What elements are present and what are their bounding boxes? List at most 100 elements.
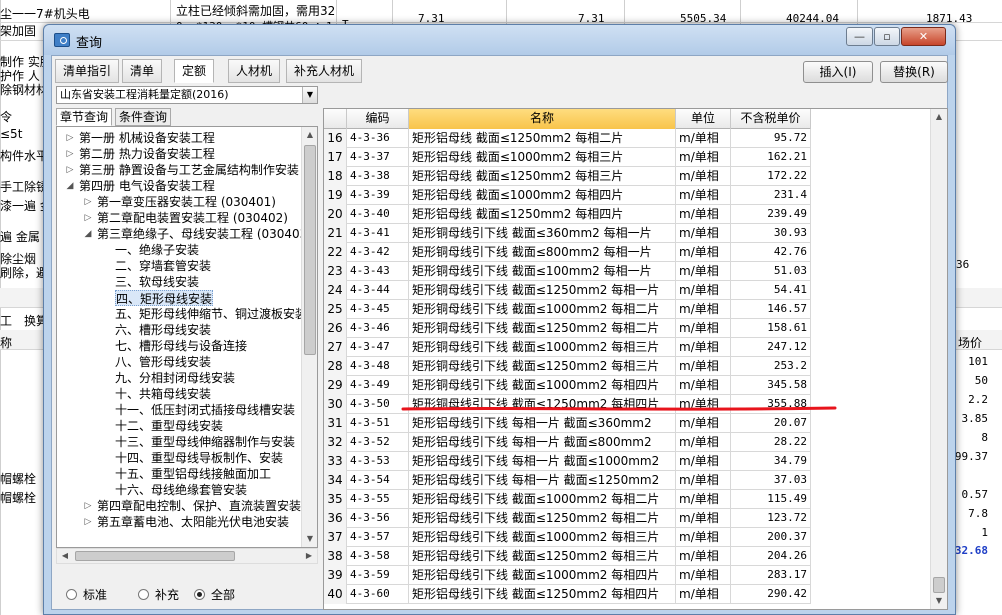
table-row[interactable]: 33 4-3-53 矩形铝母线引下线 每相一片 截面≤1000mm2 m/单相 34.7… (324, 452, 811, 471)
subtab-chapter[interactable]: 章节查询 (56, 108, 113, 126)
table-row[interactable]: 28 4-3-48 矩形铜母线引下线 截面≤1250mm2 每相三片 m/单相 253.… (324, 357, 811, 376)
chapter-tree[interactable]: 第一册 机械设备安装工程 第二册 热力设备安装工程 第三册 静置设备与工艺金属结构制… (56, 126, 318, 548)
column-header[interactable]: 不含税单价 (731, 109, 811, 129)
radio-circle-icon[interactable] (66, 589, 77, 600)
table-row[interactable]: 23 4-3-43 矩形铜母线引下线 截面≤100mm2 每相一片 m/单相 51.03 (324, 262, 811, 281)
collapsed-triangle-icon[interactable]: ▷ (83, 514, 93, 530)
tree-item[interactable]: 七、槽形母线与设备连接 (115, 338, 247, 354)
tree-item[interactable]: 十二、重型母线安装 (115, 418, 223, 434)
tree-item[interactable]: 十、共箱母线安装 (115, 386, 211, 402)
tree-item[interactable]: 第二章配电装置安装工程 (030402) (97, 210, 288, 226)
column-header[interactable]: 名称 (409, 109, 676, 129)
table-row[interactable]: 16 4-3-36 矩形铝母线 截面≤1250mm2 每相二片 m/单相 95.72 (324, 129, 811, 148)
scroll-left-icon[interactable]: ◀ (57, 548, 73, 564)
collapsed-triangle-icon[interactable]: ▷ (83, 210, 93, 226)
column-header[interactable]: 单位 (676, 109, 731, 129)
tree-item[interactable]: 九、分相封闭母线安装 (115, 370, 235, 386)
scroll-down-icon[interactable]: ▼ (302, 531, 317, 547)
table-row[interactable]: 37 4-3-57 矩形铝母线引下线 截面≤1000mm2 每相三片 m/单相 200.… (324, 528, 811, 547)
tree-item[interactable]: 十四、重型母线导板制作、安装 (115, 450, 283, 466)
table-row[interactable]: 40 4-3-60 矩形铝母线引下线 截面≤1250mm2 每相四片 m/单相 290.… (324, 585, 811, 604)
close-icon[interactable]: ✕ (901, 27, 946, 46)
tree-item[interactable]: 第三章绝缘子、母线安装工程 (030403) (97, 226, 312, 242)
replace-button[interactable]: 替换(R) (880, 61, 948, 83)
radio-option[interactable]: 补充 (138, 586, 179, 603)
tree-item[interactable]: 八、管形母线安装 (115, 354, 211, 370)
grid-vscroll[interactable]: ▲ ▼ (930, 109, 947, 609)
radio-option[interactable]: 全部 (194, 586, 235, 603)
tab-supplement-materials[interactable]: 补充人材机 (286, 59, 363, 83)
collapsed-triangle-icon[interactable]: ▷ (65, 146, 75, 162)
tree-item[interactable]: 第二册 热力设备安装工程 (79, 146, 215, 162)
chevron-down-icon[interactable]: ▼ (302, 87, 317, 103)
expanded-triangle-icon[interactable]: ◢ (83, 226, 93, 242)
tree-item[interactable]: 十三、重型母线伸缩器制作与安装 (115, 434, 295, 450)
grid-scroll-thumb[interactable] (933, 577, 945, 593)
tree-item[interactable]: 一、绝缘子安装 (115, 242, 199, 258)
tab-quota[interactable]: 定额 (174, 59, 215, 83)
dialog-titlebar[interactable]: 查询 — ▫ ✕ (44, 25, 955, 55)
scroll-thumb[interactable] (304, 145, 316, 355)
table-row[interactable]: 20 4-3-40 矩形铝母线 截面≤1250mm2 每相四片 m/单相 239.49 (324, 205, 811, 224)
collapsed-triangle-icon[interactable]: ▷ (83, 498, 93, 514)
tree-item[interactable]: 第五章蓄电池、太阳能光伏电池安装 (97, 514, 289, 530)
radio-circle-icon[interactable] (138, 589, 149, 600)
radio-option[interactable]: 标准 (66, 586, 107, 603)
collapsed-triangle-icon[interactable]: ▷ (65, 162, 75, 178)
tree-item[interactable]: 三、软母线安装 (115, 274, 199, 290)
scroll-right-icon[interactable]: ▶ (301, 548, 317, 564)
scroll-down-icon[interactable]: ▼ (931, 593, 947, 609)
table-row[interactable]: 36 4-3-56 矩形铝母线引下线 截面≤1250mm2 每相二片 m/单相 123.… (324, 509, 811, 528)
table-row[interactable]: 29 4-3-49 矩形铜母线引下线 截面≤1000mm2 每相四片 m/单相 345.… (324, 376, 811, 395)
radio-circle-icon[interactable] (194, 589, 205, 600)
tree-item[interactable]: 第三册 静置设备与工艺金属结构制作安装 (79, 162, 299, 178)
table-row[interactable]: 31 4-3-51 矩形铝母线引下线 每相一片 截面≤360mm2 m/单相 20.07 (324, 414, 811, 433)
tab-materials[interactable]: 人材机 (228, 59, 281, 83)
tree-item[interactable]: 十五、重型铝母线接触面加工 (115, 466, 271, 482)
quota-select[interactable]: 山东省安装工程消耗量定额(2016) ▼ (56, 86, 318, 104)
scroll-up-icon[interactable]: ▲ (302, 127, 317, 143)
table-row[interactable]: 39 4-3-59 矩形铝母线引下线 截面≤1000mm2 每相四片 m/单相 283.… (324, 566, 811, 585)
tree-item[interactable]: 第一册 机械设备安装工程 (79, 130, 215, 146)
tab-list[interactable]: 清单 (122, 59, 163, 83)
tree-item[interactable]: 五、矩形母线伸缩节、铜过渡板安装 (115, 306, 307, 322)
table-row[interactable]: 35 4-3-55 矩形铝母线引下线 截面≤1000mm2 每相二片 m/单相 115.… (324, 490, 811, 509)
tree-item[interactable]: 第四章配电控制、保护、直流装置安装 (97, 498, 301, 514)
tree-vscroll[interactable]: ▲ ▼ (301, 127, 317, 547)
minimize-icon[interactable]: — (846, 27, 873, 46)
maximize-icon[interactable]: ▫ (874, 27, 900, 46)
table-row[interactable]: 24 4-3-44 矩形铜母线引下线 截面≤1250mm2 每相一片 m/单相 54.4… (324, 281, 811, 300)
table-row[interactable]: 38 4-3-58 矩形铝母线引下线 截面≤1250mm2 每相三片 m/单相 204.… (324, 547, 811, 566)
table-row[interactable]: 27 4-3-47 矩形铜母线引下线 截面≤1000mm2 每相三片 m/单相 247.… (324, 338, 811, 357)
insert-button[interactable]: 插入(I) (803, 61, 873, 83)
table-row[interactable]: 18 4-3-38 矩形铝母线 截面≤1250mm2 每相三片 m/单相 172.22 (324, 167, 811, 186)
column-header[interactable] (324, 109, 347, 129)
tree-item[interactable]: 十六、母线绝缘套管安装 (115, 482, 247, 498)
quota-grid[interactable]: 编码 名称 单位 不含税单价 16 4-3-36 矩形铝母线 截面≤1250mm2 每相二… (323, 108, 948, 610)
table-row[interactable]: 21 4-3-41 矩形铜母线引下线 截面≤360mm2 每相一片 m/单相 30.93 (324, 224, 811, 243)
tree-hscroll[interactable]: ◀ ▶ (56, 548, 318, 564)
subtab-condition[interactable]: 条件查询 (115, 108, 172, 126)
collapsed-triangle-icon[interactable]: ▷ (83, 194, 93, 210)
column-header[interactable]: 编码 (347, 109, 409, 129)
tab-list-guide[interactable]: 清单指引 (55, 59, 120, 83)
table-row[interactable]: 22 4-3-42 矩形铜母线引下线 截面≤800mm2 每相一片 m/单相 42.76 (324, 243, 811, 262)
table-row[interactable]: 32 4-3-52 矩形铝母线引下线 每相一片 截面≤800mm2 m/单相 28.22 (324, 433, 811, 452)
tree-item[interactable]: 六、槽形母线安装 (115, 322, 211, 338)
table-row[interactable]: 19 4-3-39 矩形铝母线 截面≤1000mm2 每相四片 m/单相 231.4 (324, 186, 811, 205)
table-row[interactable]: 25 4-3-45 矩形铜母线引下线 截面≤1000mm2 每相二片 m/单相 146.… (324, 300, 811, 319)
scroll-up-icon[interactable]: ▲ (931, 109, 947, 125)
tree-item[interactable]: 二、穿墙套管安装 (115, 258, 211, 274)
bg-cell-text: 帽螺栓 (0, 472, 37, 486)
tree-item[interactable]: 第一章变压器安装工程 (030401) (97, 194, 276, 210)
tree-item[interactable]: 第四册 电气设备安装工程 (79, 178, 215, 194)
table-row[interactable]: 26 4-3-46 矩形铜母线引下线 截面≤1250mm2 每相二片 m/单相 158.… (324, 319, 811, 338)
expanded-triangle-icon[interactable]: ◢ (65, 178, 75, 194)
table-row[interactable]: 34 4-3-54 矩形铝母线引下线 每相一片 截面≤1250mm2 m/单相 37.0… (324, 471, 811, 490)
tree-item[interactable]: 四、矩形母线安装 (115, 290, 214, 306)
quota-code: 4-3-54 (347, 471, 409, 490)
tree-item[interactable]: 十一、低压封闭式插接母线槽安装 (115, 402, 295, 418)
table-row[interactable]: 17 4-3-37 矩形铝母线 截面≤1000mm2 每相三片 m/单相 162.21 (324, 148, 811, 167)
collapsed-triangle-icon[interactable]: ▷ (65, 130, 75, 146)
hscroll-thumb[interactable] (75, 551, 235, 561)
